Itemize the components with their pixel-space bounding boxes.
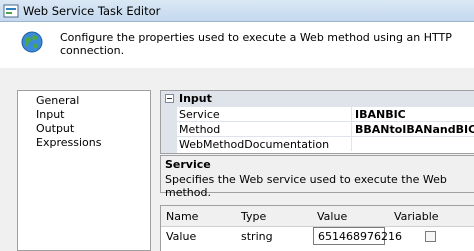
property-value[interactable]: IBANBIC [355, 108, 406, 121]
param-value-input[interactable]: 651468976216 [313, 227, 402, 245]
property-description-panel: Service Specifies the Web service used t… [160, 155, 474, 199]
title-bar: Web Service Task Editor [0, 0, 474, 22]
property-grid: Input Service IBANBIC Method BBANtoIBANa… [160, 90, 474, 154]
property-value[interactable]: BBANtoIBANandBIC [355, 123, 474, 136]
nav-item-expressions[interactable]: Expressions [36, 136, 101, 149]
nav-item-output[interactable]: Output [36, 122, 74, 135]
property-row-webmethoddocumentation[interactable]: WebMethodDocumentation [177, 136, 474, 151]
category-label: Input [179, 92, 212, 105]
param-variable-checkbox[interactable] [425, 231, 436, 242]
category-row-input[interactable]: Input [161, 91, 474, 106]
param-name-cell: Value [166, 230, 197, 243]
property-row-service[interactable]: Service IBANBIC [177, 106, 474, 121]
property-name: Method [179, 123, 221, 136]
property-row-method[interactable]: Method BBANtoIBANandBIC [177, 121, 474, 136]
header-description: Configure the properties used to execute… [60, 31, 452, 57]
column-header-value[interactable]: Value [317, 210, 347, 223]
description-text: Specifies the Web service used to execut… [165, 173, 447, 199]
column-header-variable[interactable]: Variable [394, 210, 439, 223]
window-title: Web Service Task Editor [23, 4, 161, 18]
param-type-cell: string [241, 230, 273, 243]
property-name: WebMethodDocumentation [179, 138, 330, 151]
globe-icon [21, 31, 43, 53]
web-service-icon [3, 4, 19, 18]
property-name: Service [179, 108, 220, 121]
parameters-table: Name Type Value Variable Value string 65… [160, 205, 474, 251]
column-header-name[interactable]: Name [166, 210, 198, 223]
nav-item-general[interactable]: General [36, 94, 79, 107]
nav-item-input[interactable]: Input [36, 108, 64, 121]
collapse-icon[interactable] [165, 94, 174, 103]
column-header-type[interactable]: Type [241, 210, 266, 223]
description-title: Service [165, 158, 211, 171]
page-nav-list: General Input Output Expressions [17, 90, 151, 251]
header-banner: Configure the properties used to execute… [0, 22, 474, 68]
